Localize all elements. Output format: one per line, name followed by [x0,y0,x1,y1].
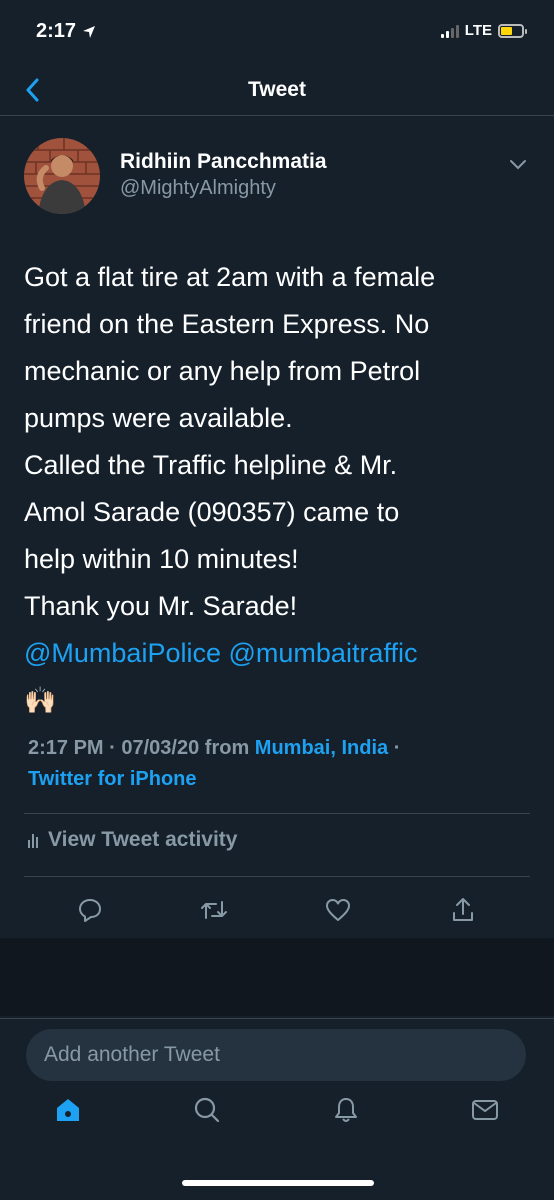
meta-separator: · [393,737,401,759]
like-button[interactable] [318,890,358,930]
tab-messages[interactable] [465,1090,505,1130]
empty-area [0,938,554,1016]
home-indicator [182,1180,374,1186]
tweet-client[interactable]: Twitter for iPhone [28,768,197,790]
view-activity-label: View Tweet activity [48,828,238,851]
page-title: Tweet [248,78,306,101]
bar-chart-icon [28,832,38,848]
signal-icon [440,24,459,38]
tweet-meta: 2:17 PM · 07/03/20 from Mumbai, India · … [28,733,528,795]
notifications-icon [335,1098,357,1122]
status-time-text: 2:17 [36,20,77,42]
tweet-line: pumps were available. [24,403,293,433]
from-label: from [204,737,250,759]
battery-icon [498,23,527,38]
tweet-line: Thank you Mr. Sarade! [24,591,298,621]
tweet-timestamp: 2:17 PM · 07/03/20 [28,737,200,759]
network-label: LTE [464,22,492,39]
divider [24,876,530,877]
tweet-line: Got a flat tire at 2am with a female [24,262,436,292]
search-icon [194,1097,220,1123]
tweet-line: Called the Traffic helpline & Mr. [24,450,398,480]
tweet-line: friend on the Eastern Express. No [24,309,430,339]
mentions-line: @MumbaiPolice @mumbaitraffic [24,630,530,677]
tweet: Ridhiin Pancchmatia @MightyAlmighty Got … [24,130,530,715]
status-time: 2:17 [36,20,96,43]
avatar[interactable] [24,138,100,214]
tab-notifications[interactable] [326,1090,366,1130]
tweet-line: Amol Sarade (090357) came to [24,497,400,527]
raising-hands-emoji: 🙌🏻 [24,685,57,715]
status-bar: 2:17 LTE [0,0,554,66]
tweet-location[interactable]: Mumbai, India [255,737,388,759]
tweet-line: help within 10 minutes! [24,544,299,574]
add-tweet-placeholder: Add another Tweet [44,1043,220,1066]
chevron-down-icon [510,160,526,170]
nav-bar: Tweet [0,66,554,116]
tweet-actions [0,890,554,930]
share-icon [453,898,473,921]
share-button[interactable] [443,890,483,930]
like-icon [326,899,350,921]
retweet-button[interactable] [194,890,234,930]
tweet-line: mechanic or any help from Petrol [24,356,421,386]
reply-icon [79,899,101,922]
author-name[interactable]: Ridhiin Pancchmatia [120,150,327,174]
home-icon [57,1099,79,1121]
status-indicators: LTE [440,22,527,39]
reply-button[interactable] [70,890,110,930]
tweet-header: Ridhiin Pancchmatia @MightyAlmighty [24,130,530,220]
add-tweet-input[interactable]: Add another Tweet [26,1029,526,1081]
location-arrow-icon [83,25,96,38]
tab-home[interactable] [48,1090,88,1130]
mention-mumbai-traffic[interactable]: @mumbaitraffic [229,638,418,668]
divider [24,813,530,814]
retweet-icon [201,901,227,919]
author-handle[interactable]: @MightyAlmighty [120,174,327,202]
tab-bar [0,1090,554,1150]
view-activity-button[interactable]: View Tweet activity [28,828,237,852]
messages-icon [472,1100,498,1120]
mention-mumbai-police[interactable]: @MumbaiPolice [24,638,221,668]
more-options-button[interactable] [506,152,530,176]
tab-search[interactable] [187,1090,227,1130]
author-block[interactable]: Ridhiin Pancchmatia @MightyAlmighty [120,150,327,202]
tweet-text: Got a flat tire at 2am with a female fri… [24,254,530,724]
